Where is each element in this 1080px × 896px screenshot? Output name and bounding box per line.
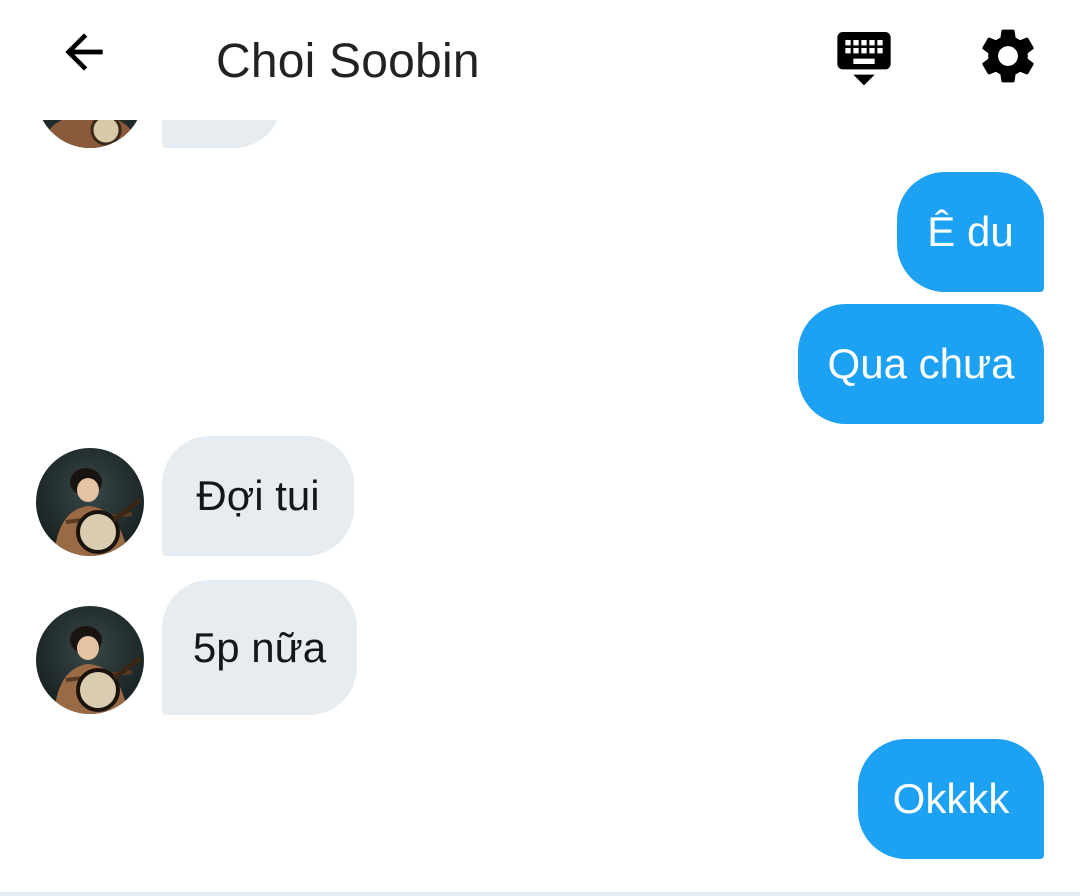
message-bubble-outgoing[interactable]: Okkkk (858, 739, 1044, 859)
composer-divider (0, 892, 1080, 896)
settings-button[interactable] (972, 22, 1044, 94)
contact-avatar[interactable] (36, 448, 144, 556)
gear-icon (975, 23, 1041, 94)
hide-keyboard-button[interactable] (828, 22, 900, 94)
arrow-left-icon (56, 24, 112, 85)
conversation-thread[interactable]: Ê du Qua chưa Đợi tui 5p nữa Okkkk (0, 0, 1080, 896)
message-bubble-outgoing[interactable]: Ê du (897, 172, 1044, 292)
page-title: Choi Soobin (216, 35, 480, 88)
conversation-header: Choi Soobin (0, 0, 1080, 120)
back-button[interactable] (52, 22, 116, 86)
contact-avatar[interactable] (36, 606, 144, 714)
keyboard-hide-icon (832, 24, 896, 93)
message-bubble-incoming[interactable]: 5p nữa (162, 580, 357, 715)
message-bubble-incoming[interactable]: Đợi tui (162, 436, 354, 556)
message-bubble-outgoing[interactable]: Qua chưa (798, 304, 1044, 424)
